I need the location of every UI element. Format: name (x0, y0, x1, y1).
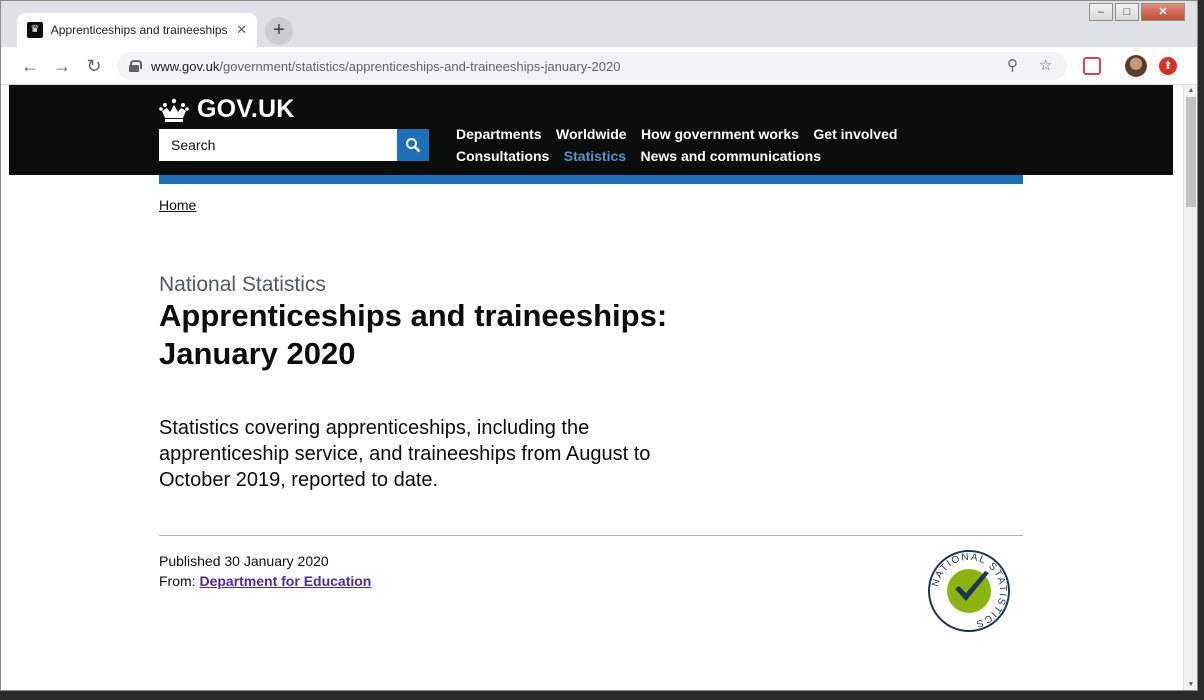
breadcrumb-home[interactable]: Home (159, 197, 196, 213)
title-line-1: Apprenticeships and traineeships: (159, 298, 668, 333)
url-text[interactable]: www.gov.uk/government/statistics/apprent… (151, 59, 620, 74)
govuk-favicon-icon: ♛ (27, 22, 43, 38)
zoom-icon[interactable]: ⚲ (1007, 56, 1018, 74)
crown-icon (159, 98, 189, 122)
search-input[interactable] (159, 129, 397, 161)
tab-title: Apprenticeships and traineeships (50, 23, 228, 37)
forward-icon[interactable]: → (51, 55, 73, 77)
star-icon[interactable]: ☆ (1039, 56, 1052, 74)
lock-icon (129, 60, 142, 72)
department-link[interactable]: Department for Education (199, 573, 371, 589)
browser-tab[interactable]: ♛ Apprenticeships and traineeships ✕ (17, 13, 257, 47)
nav-consultations[interactable]: Consultations (456, 148, 549, 164)
national-statistics-badge-icon: NATIONAL STATISTICS (928, 550, 1010, 632)
divider (159, 535, 1023, 536)
profile-avatar[interactable] (1125, 55, 1147, 77)
reload-icon[interactable]: ↻ (83, 55, 105, 77)
nav-get-involved[interactable]: Get involved (813, 126, 897, 142)
publication-metadata: Published 30 January 2020 From: Departme… (159, 551, 371, 591)
web-page: GOV.UK Departments Worldwide How governm… (9, 85, 1173, 690)
nav-statistics[interactable]: Statistics (564, 148, 626, 164)
search-form (159, 129, 429, 161)
scroll-down-arrow-icon[interactable]: ▼ (1184, 679, 1197, 690)
header-blue-bar (159, 175, 1023, 184)
search-button[interactable] (397, 129, 429, 161)
browser-toolbar: ← → ↻ www.gov.uk/government/statistics/a… (1, 47, 1197, 85)
govuk-logo[interactable]: GOV.UK (159, 95, 295, 124)
nav-news-and-communications[interactable]: News and communications (641, 148, 821, 164)
search-icon (406, 138, 421, 153)
maximize-button[interactable]: □ (1115, 3, 1139, 21)
update-menu-icon[interactable]: ⬆ (1159, 57, 1177, 75)
page-title: Apprenticeships and traineeships: Januar… (159, 297, 719, 373)
page-caption: National Statistics (159, 273, 326, 296)
address-bar[interactable]: www.gov.uk/government/statistics/apprent… (117, 52, 1067, 80)
page-scrollbar[interactable]: ▲ ▼ (1183, 85, 1197, 690)
pocket-extension-icon[interactable] (1083, 57, 1101, 75)
scroll-up-arrow-icon[interactable]: ▲ (1184, 85, 1197, 97)
logo-text: GOV.UK (197, 95, 295, 123)
back-icon[interactable]: ← (19, 55, 41, 77)
govuk-header: GOV.UK Departments Worldwide How governm… (9, 85, 1173, 175)
new-tab-button[interactable]: + (265, 17, 293, 45)
published-date: Published 30 January 2020 (159, 553, 329, 569)
browser-window: ♛ Apprenticeships and traineeships ✕ + –… (0, 0, 1198, 691)
window-close-button[interactable]: ✕ (1141, 3, 1185, 21)
from-line: From: Department for Education (159, 571, 371, 591)
window-controls: – □ ✕ (1089, 3, 1185, 21)
title-line-2: January 2020 (159, 336, 356, 371)
tab-close-icon[interactable]: ✕ (236, 22, 247, 38)
scroll-thumb[interactable] (1186, 97, 1196, 207)
main-navigation: Departments Worldwide How government wor… (456, 126, 916, 170)
tab-strip: ♛ Apprenticeships and traineeships ✕ + –… (1, 1, 1197, 47)
minimize-button[interactable]: – (1089, 3, 1113, 21)
nav-how-government-works[interactable]: How government works (641, 126, 799, 142)
nav-worldwide[interactable]: Worldwide (556, 126, 627, 142)
page-summary: Statistics covering apprenticeships, inc… (159, 417, 651, 491)
nav-departments[interactable]: Departments (456, 126, 542, 142)
from-label: From: (159, 573, 196, 589)
